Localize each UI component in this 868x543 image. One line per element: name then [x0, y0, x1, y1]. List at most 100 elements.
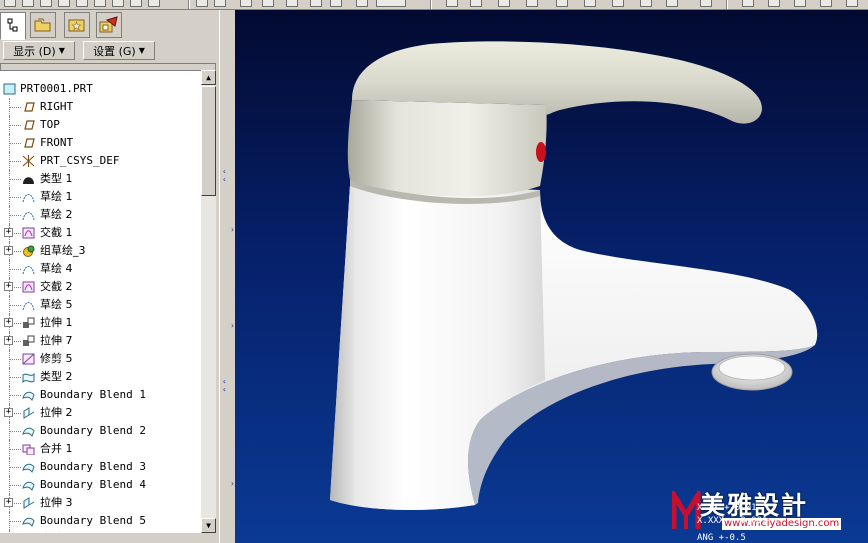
toolbar-button[interactable] [446, 0, 458, 7]
tree-item[interactable]: + 拉伸 7 [0, 332, 201, 350]
tab-connections[interactable] [96, 12, 122, 38]
tree-item-label: 合并 2 [40, 530, 73, 533]
tree-root-item[interactable]: PRT0001.PRT [0, 80, 201, 98]
toolbar-button[interactable] [356, 0, 368, 7]
toolbar-button[interactable] [640, 0, 652, 7]
tree-item[interactable]: 合并 1 [0, 440, 201, 458]
toolbar-button[interactable] [130, 0, 142, 7]
tree-item-label: 修剪 5 [40, 352, 73, 365]
tree-item[interactable]: + 拉伸 2 [0, 404, 201, 422]
toolbar-button[interactable] [376, 0, 406, 7]
tree-item[interactable]: FRONT [0, 134, 201, 152]
toolbar-button[interactable] [612, 0, 624, 7]
toolbar-button[interactable] [148, 0, 160, 7]
navigator-tabs [0, 10, 219, 40]
tree-item[interactable]: 修剪 5 [0, 350, 201, 368]
panel-sash[interactable]: ‹ ‹ › › ‹ ‹ › [219, 10, 235, 543]
toolbar-button[interactable] [666, 0, 678, 7]
tab-model-tree[interactable] [0, 12, 26, 40]
tree-connector-dash [10, 359, 21, 360]
tree-item[interactable]: + 拉伸 3 [0, 494, 201, 512]
scroll-thumb[interactable] [201, 86, 216, 196]
tree-item-label: 草绘 5 [40, 298, 73, 311]
toolbar-button[interactable] [40, 0, 52, 7]
toolbar-button[interactable] [820, 0, 832, 7]
scroll-up-button[interactable]: ▲ [201, 70, 216, 85]
toolbar-button[interactable] [330, 0, 342, 7]
tree-item[interactable]: RIGHT [0, 98, 201, 116]
expand-toggle-icon[interactable]: + [4, 408, 13, 417]
tree-item[interactable]: PRT_CSYS_DEF [0, 152, 201, 170]
toolbar-button[interactable] [310, 0, 322, 7]
collapse-left-icon[interactable]: ‹ ‹ [222, 168, 227, 184]
collapse-left-icon[interactable]: ‹ ‹ [222, 378, 227, 394]
tree-item-label: 草绘 1 [40, 190, 73, 203]
toolbar-button[interactable] [196, 0, 208, 7]
toolbar-button[interactable] [214, 0, 226, 7]
toolbar-button[interactable] [556, 0, 568, 7]
sketch-icon [22, 302, 35, 311]
toolbar-button[interactable] [768, 0, 780, 7]
graphics-window[interactable] [235, 10, 868, 543]
expand-toggle-icon[interactable]: + [4, 336, 13, 345]
tree-item[interactable]: + 拉伸 1 [0, 314, 201, 332]
tree-item[interactable]: + 组草绘_3 [0, 242, 201, 260]
tab-favorites[interactable] [64, 12, 90, 38]
expand-toggle-icon[interactable]: + [4, 282, 13, 291]
datum-plane-icon [24, 102, 35, 112]
toolbar-button[interactable] [794, 0, 806, 7]
tree-item[interactable]: 草绘 4 [0, 260, 201, 278]
toolbar-button[interactable] [262, 0, 274, 7]
tab-folder-browser[interactable] [30, 12, 56, 38]
tree-item[interactable]: Boundary Blend 1 [0, 386, 201, 404]
tree-connector-dash [10, 269, 21, 270]
toolbar-button[interactable] [700, 0, 712, 7]
tree-item[interactable]: + 交截 2 [0, 278, 201, 296]
toolbar-button[interactable] [846, 0, 858, 7]
scroll-down-button[interactable]: ▼ [201, 518, 216, 533]
tree-item[interactable]: Boundary Blend 2 [0, 422, 201, 440]
toolbar-button[interactable] [286, 0, 298, 7]
tree-scrollbar[interactable]: ▲ ▼ [201, 70, 216, 533]
toolbar-button[interactable] [584, 0, 596, 7]
tree-item[interactable]: 类型 2 [0, 368, 201, 386]
tree-item[interactable]: 草绘 1 [0, 188, 201, 206]
tree-item[interactable]: + 交截 1 [0, 224, 201, 242]
toolbar-button[interactable] [526, 0, 538, 7]
model-tree-icon [7, 18, 18, 32]
expand-toggle-icon[interactable]: + [4, 228, 13, 237]
tree-item[interactable]: Boundary Blend 4 [0, 476, 201, 494]
tree-item[interactable]: 草绘 2 [0, 206, 201, 224]
tree-item-label: PRT0001.PRT [20, 82, 93, 95]
display-menu-button[interactable]: 显示 (D) ▼ [3, 41, 75, 60]
tree-connector-dash [10, 179, 21, 180]
tree-item-label: Boundary Blend 4 [40, 478, 146, 491]
tree-item[interactable]: Boundary Blend 3 [0, 458, 201, 476]
tree-item[interactable]: 草绘 5 [0, 296, 201, 314]
tree-item[interactable]: Boundary Blend 5 [0, 512, 201, 530]
tree-item[interactable]: 类型 1 [0, 170, 201, 188]
toolbar-button[interactable] [112, 0, 124, 7]
tree-item-label: 类型 2 [40, 370, 73, 383]
settings-menu-button[interactable]: 设置 (G) ▼ [83, 41, 155, 60]
tree-connector-dash [10, 521, 21, 522]
tree-connector-dash [10, 197, 21, 198]
toolbar-button[interactable] [742, 0, 754, 7]
expand-toggle-icon[interactable]: + [4, 498, 13, 507]
toolbar-button[interactable] [76, 0, 88, 7]
tree-item-label: 草绘 2 [40, 208, 73, 221]
toolbar-button[interactable] [22, 0, 34, 7]
tree-item[interactable]: 合并 2 [0, 530, 201, 533]
toolbar-button[interactable] [94, 0, 106, 7]
toolbar-button[interactable] [498, 0, 510, 7]
expand-toggle-icon[interactable]: + [4, 318, 13, 327]
toolbar-button[interactable] [4, 0, 16, 7]
toolbar-button[interactable] [470, 0, 482, 7]
tree-item[interactable]: TOP [0, 116, 201, 134]
nozzle-aerator [718, 355, 786, 381]
expand-toggle-icon[interactable]: + [4, 246, 13, 255]
toolbar-button[interactable] [58, 0, 70, 7]
boundary-blend-icon [22, 517, 35, 527]
toolbar-button[interactable] [240, 0, 252, 7]
display-menu-label: 显示 (D) [13, 44, 56, 58]
